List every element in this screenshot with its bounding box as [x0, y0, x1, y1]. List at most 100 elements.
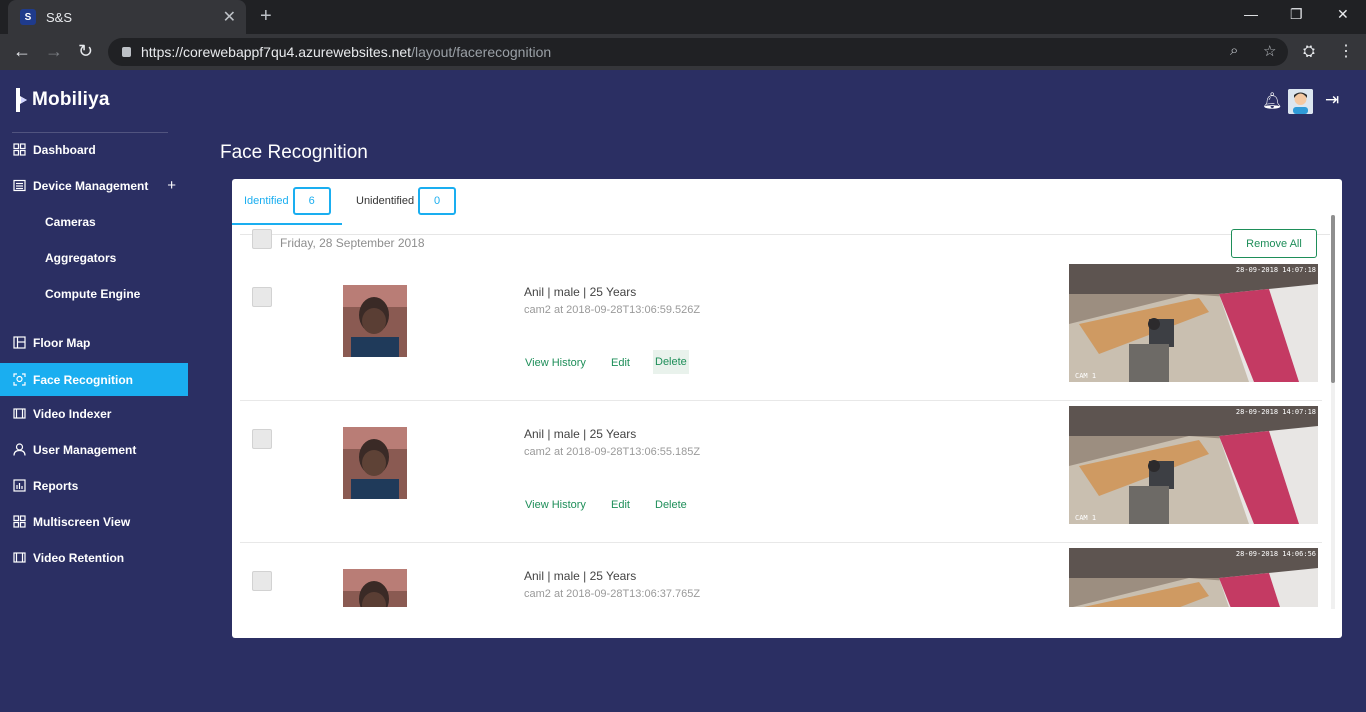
restore-icon[interactable]: ❐	[1290, 6, 1303, 23]
sidebar-item-label: Video Retention	[33, 550, 125, 565]
sidebar-item-label: Dashboard	[33, 142, 96, 157]
record-meta: cam2 at 2018-09-28T13:06:37.765Z	[524, 588, 701, 600]
sidebar-item-label: Floor Map	[33, 335, 91, 350]
sidebar-item-dashboard[interactable]: Dashboard	[0, 133, 188, 166]
forward-arrow-icon[interactable]: →	[45, 41, 63, 62]
zoom-icon[interactable]: ⌕	[1230, 42, 1238, 59]
list-item: Anil | male | 25 Years cam2 at 2018-09-2…	[232, 543, 1322, 607]
bookmark-star-icon[interactable]: ☆	[1263, 42, 1276, 60]
camera-snapshot[interactable]: 28-09-2018 14:07:18 CAM 1	[1069, 264, 1318, 382]
sidebar-item-floor-map[interactable]: Floor Map	[0, 326, 188, 359]
record-checkbox[interactable]	[252, 287, 272, 307]
sidebar-item-video-indexer[interactable]: Video Indexer	[0, 397, 188, 430]
logo-text: Mobiliya	[32, 89, 110, 110]
unidentified-count-badge: 0	[418, 187, 457, 215]
minimize-icon[interactable]: —	[1244, 6, 1258, 22]
tab-unidentified[interactable]: Unidentified 0	[356, 187, 457, 215]
sidebar-item-aggregators[interactable]: Aggregators	[0, 241, 188, 274]
sidebar-item-label: Reports	[33, 478, 79, 493]
device-list-icon	[12, 179, 26, 193]
camera-label: CAM 1	[1075, 514, 1097, 522]
delete-link[interactable]: Delete	[655, 499, 687, 511]
site-favicon-icon: S	[20, 9, 36, 25]
sidebar-item-user-management[interactable]: User Management	[0, 433, 188, 466]
camera-timestamp: 28-09-2018 14:07:18	[1235, 408, 1316, 416]
list-item: Anil | male | 25 Years cam2 at 2018-09-2…	[232, 401, 1322, 543]
tab-identified[interactable]: Identified 6	[244, 187, 331, 215]
view-history-link[interactable]: View History	[525, 357, 586, 369]
tab-close-icon[interactable]: ✕	[223, 7, 236, 27]
tab-label: Unidentified	[356, 195, 415, 207]
sidebar-item-label: Compute Engine	[45, 286, 141, 301]
delete-link[interactable]: Delete	[653, 350, 689, 374]
face-recognition-panel: Identified 6 Unidentified 0 Friday, 28 S…	[232, 179, 1342, 638]
select-all-checkbox[interactable]	[252, 229, 272, 249]
expand-plus-icon[interactable]: +	[167, 177, 176, 194]
browser-tab-title: S&S	[46, 9, 73, 25]
sidebar-item-label: Aggregators	[45, 250, 117, 265]
sidebar-item-video-retention[interactable]: Video Retention	[0, 541, 188, 574]
address-bar[interactable]: https://corewebappf7qu4.azurewebsites.ne…	[108, 38, 1288, 66]
face-thumbnail[interactable]	[343, 285, 407, 357]
sidebar-item-label: Device Management	[33, 178, 149, 193]
reports-chart-icon	[12, 479, 26, 493]
notification-bell-icon[interactable]: 🔔︎	[1262, 91, 1282, 111]
user-icon	[12, 443, 26, 457]
sidebar-item-device-management[interactable]: Device Management +	[0, 169, 188, 202]
list-item: Anil | male | 25 Years cam2 at 2018-09-2…	[232, 259, 1322, 401]
identified-count-badge: 6	[292, 187, 331, 215]
face-scan-icon	[12, 373, 26, 387]
record-checkbox[interactable]	[252, 571, 272, 591]
floor-map-icon	[12, 336, 26, 350]
edit-link[interactable]: Edit	[611, 357, 630, 369]
sidebar-item-label: Video Indexer	[33, 406, 112, 421]
user-avatar[interactable]	[1288, 89, 1313, 114]
record-name: Anil | male | 25 Years	[524, 285, 637, 299]
lock-icon	[122, 47, 131, 57]
multiscreen-grid-icon	[12, 515, 26, 529]
sidebar-item-cameras[interactable]: Cameras	[0, 205, 188, 238]
sidebar-item-reports[interactable]: Reports	[0, 469, 188, 502]
browser-toolbar: ← → ↻ https://corewebappf7qu4.azurewebsi…	[0, 34, 1366, 70]
camera-timestamp: 28-09-2018 14:07:18	[1235, 266, 1316, 274]
video-retention-film-icon	[12, 551, 26, 565]
date-group-label: Friday, 28 September 2018	[280, 236, 425, 250]
view-history-link[interactable]: View History	[525, 499, 586, 511]
back-arrow-icon[interactable]: ←	[13, 41, 31, 62]
logout-icon[interactable]: ⇥	[1325, 90, 1339, 110]
face-thumbnail[interactable]	[343, 427, 407, 499]
edit-link[interactable]: Edit	[611, 499, 630, 511]
camera-snapshot[interactable]: 28-09-2018 14:07:18 CAM 1	[1069, 406, 1318, 524]
browser-tab[interactable]: S S&S ✕	[8, 0, 246, 34]
sidebar-item-compute-engine[interactable]: Compute Engine	[0, 277, 188, 310]
logo-mark-icon	[14, 88, 29, 112]
camera-snapshot[interactable]: 28-09-2018 14:06:56	[1069, 548, 1318, 607]
tab-label: Identified	[244, 195, 289, 207]
page-title: Face Recognition	[220, 142, 368, 163]
sidebar-item-face-recognition[interactable]: Face Recognition	[0, 363, 188, 396]
camera-timestamp: 28-09-2018 14:06:56	[1235, 550, 1316, 558]
sidebar-item-label: Multiscreen View	[33, 514, 131, 529]
record-checkbox[interactable]	[252, 429, 272, 449]
tab-bar: Identified 6 Unidentified 0	[232, 179, 1342, 226]
camera-label: CAM 1	[1075, 372, 1097, 380]
url-path: /layout/facerecognition	[411, 44, 552, 60]
active-tab-indicator	[232, 223, 342, 225]
sidebar-item-multiscreen-view[interactable]: Multiscreen View	[0, 505, 188, 538]
url-host: https://corewebappf7qu4.azurewebsites.ne…	[141, 44, 412, 60]
reload-icon[interactable]: ↻	[78, 41, 93, 62]
record-meta: cam2 at 2018-09-28T13:06:55.185Z	[524, 446, 701, 458]
tabs-divider	[240, 234, 1330, 235]
new-tab-icon[interactable]: +	[260, 5, 272, 28]
remove-all-button[interactable]: Remove All	[1231, 229, 1317, 258]
dashboard-grid-icon	[12, 143, 26, 157]
app-logo[interactable]: Mobiliya	[14, 88, 110, 112]
record-name: Anil | male | 25 Years	[524, 569, 637, 583]
face-thumbnail[interactable]	[343, 569, 407, 607]
record-list: Anil | male | 25 Years cam2 at 2018-09-2…	[232, 259, 1342, 607]
window-close-icon[interactable]: ✕	[1337, 6, 1349, 23]
extension-icon[interactable]: ⛭	[1303, 43, 1315, 60]
film-icon	[12, 407, 26, 421]
browser-menu-icon[interactable]: ⋮	[1338, 41, 1354, 61]
sidebar-item-label: User Management	[33, 442, 137, 457]
